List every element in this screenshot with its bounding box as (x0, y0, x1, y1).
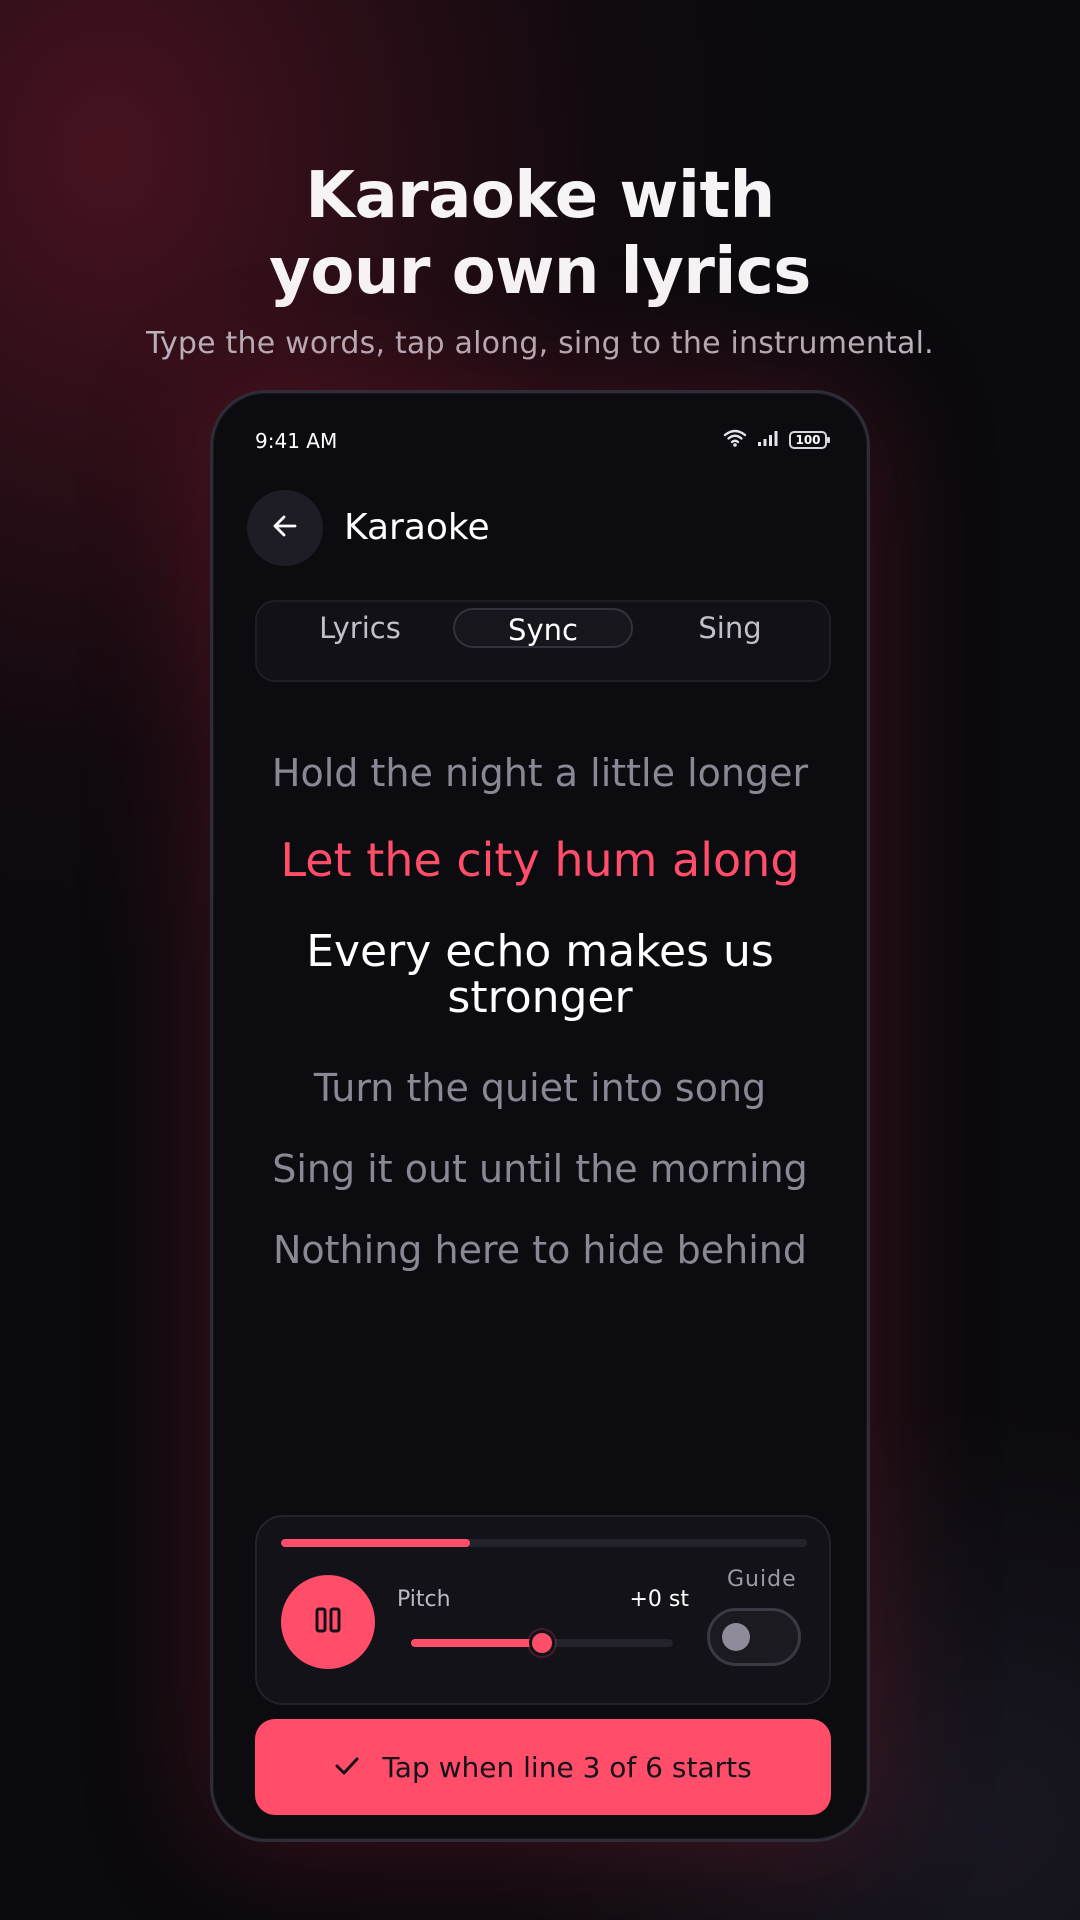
guide-toggle[interactable] (707, 1608, 801, 1666)
guide-toggle-knob (722, 1623, 750, 1651)
phone-frame: 9:41 AM 100 Karaoke Lyrics Sync Sing Hol… (210, 390, 870, 1842)
lyric-line-current[interactable]: Let the city hum along (213, 833, 867, 887)
pause-button[interactable] (281, 1575, 375, 1669)
pitch-label: Pitch (397, 1587, 451, 1612)
pitch-value: +0 st (629, 1587, 689, 1612)
lyric-line-4[interactable]: Turn the quiet into song (213, 1066, 867, 1110)
tab-sync[interactable]: Sync (453, 608, 633, 648)
check-icon (334, 1751, 360, 1784)
tap-line-label: Tap when line 3 of 6 starts (382, 1750, 752, 1784)
arrow-left-icon (271, 512, 299, 544)
signal-icon (757, 429, 779, 451)
pitch-slider-fill (411, 1639, 542, 1647)
lyric-line-1[interactable]: Hold the night a little longer (213, 751, 867, 795)
wifi-icon (723, 429, 747, 451)
player-controls: Pitch +0 st Guide (255, 1515, 831, 1705)
pitch-slider[interactable] (411, 1630, 673, 1656)
hero-title-line1: Karaoke with (305, 159, 775, 233)
playback-progress[interactable] (281, 1539, 807, 1547)
lyric-line-next-part2: stronger (447, 972, 633, 1023)
status-icons: 100 (723, 429, 830, 451)
status-time: 9:41 AM (255, 429, 338, 453)
lyric-line-next-part1: Every echo makes us (306, 926, 774, 977)
tap-line-button[interactable]: Tap when line 3 of 6 starts (255, 1719, 831, 1815)
hero-title-line2: your own lyrics (269, 235, 811, 309)
tab-sing[interactable]: Sing (655, 608, 805, 648)
lyric-line-next[interactable]: Every echo makes us stronger (213, 929, 867, 1021)
lyric-line-5[interactable]: Sing it out until the morning (213, 1147, 867, 1191)
hero-subtitle: Type the words, tap along, sing to the i… (146, 326, 934, 361)
hero-title: Karaoke with your own lyrics (0, 158, 1080, 310)
playback-progress-fill (281, 1539, 471, 1547)
back-button[interactable] (247, 490, 323, 566)
mode-tabs: Lyrics Sync Sing (255, 600, 831, 682)
tab-lyrics[interactable]: Lyrics (285, 608, 435, 648)
pause-icon (313, 1605, 343, 1639)
guide-label: Guide (727, 1567, 797, 1592)
screen-title: Karaoke (344, 507, 490, 548)
lyric-line-6[interactable]: Nothing here to hide behind (213, 1228, 867, 1272)
pitch-slider-thumb[interactable] (529, 1630, 555, 1656)
battery-icon: 100 (789, 431, 830, 449)
